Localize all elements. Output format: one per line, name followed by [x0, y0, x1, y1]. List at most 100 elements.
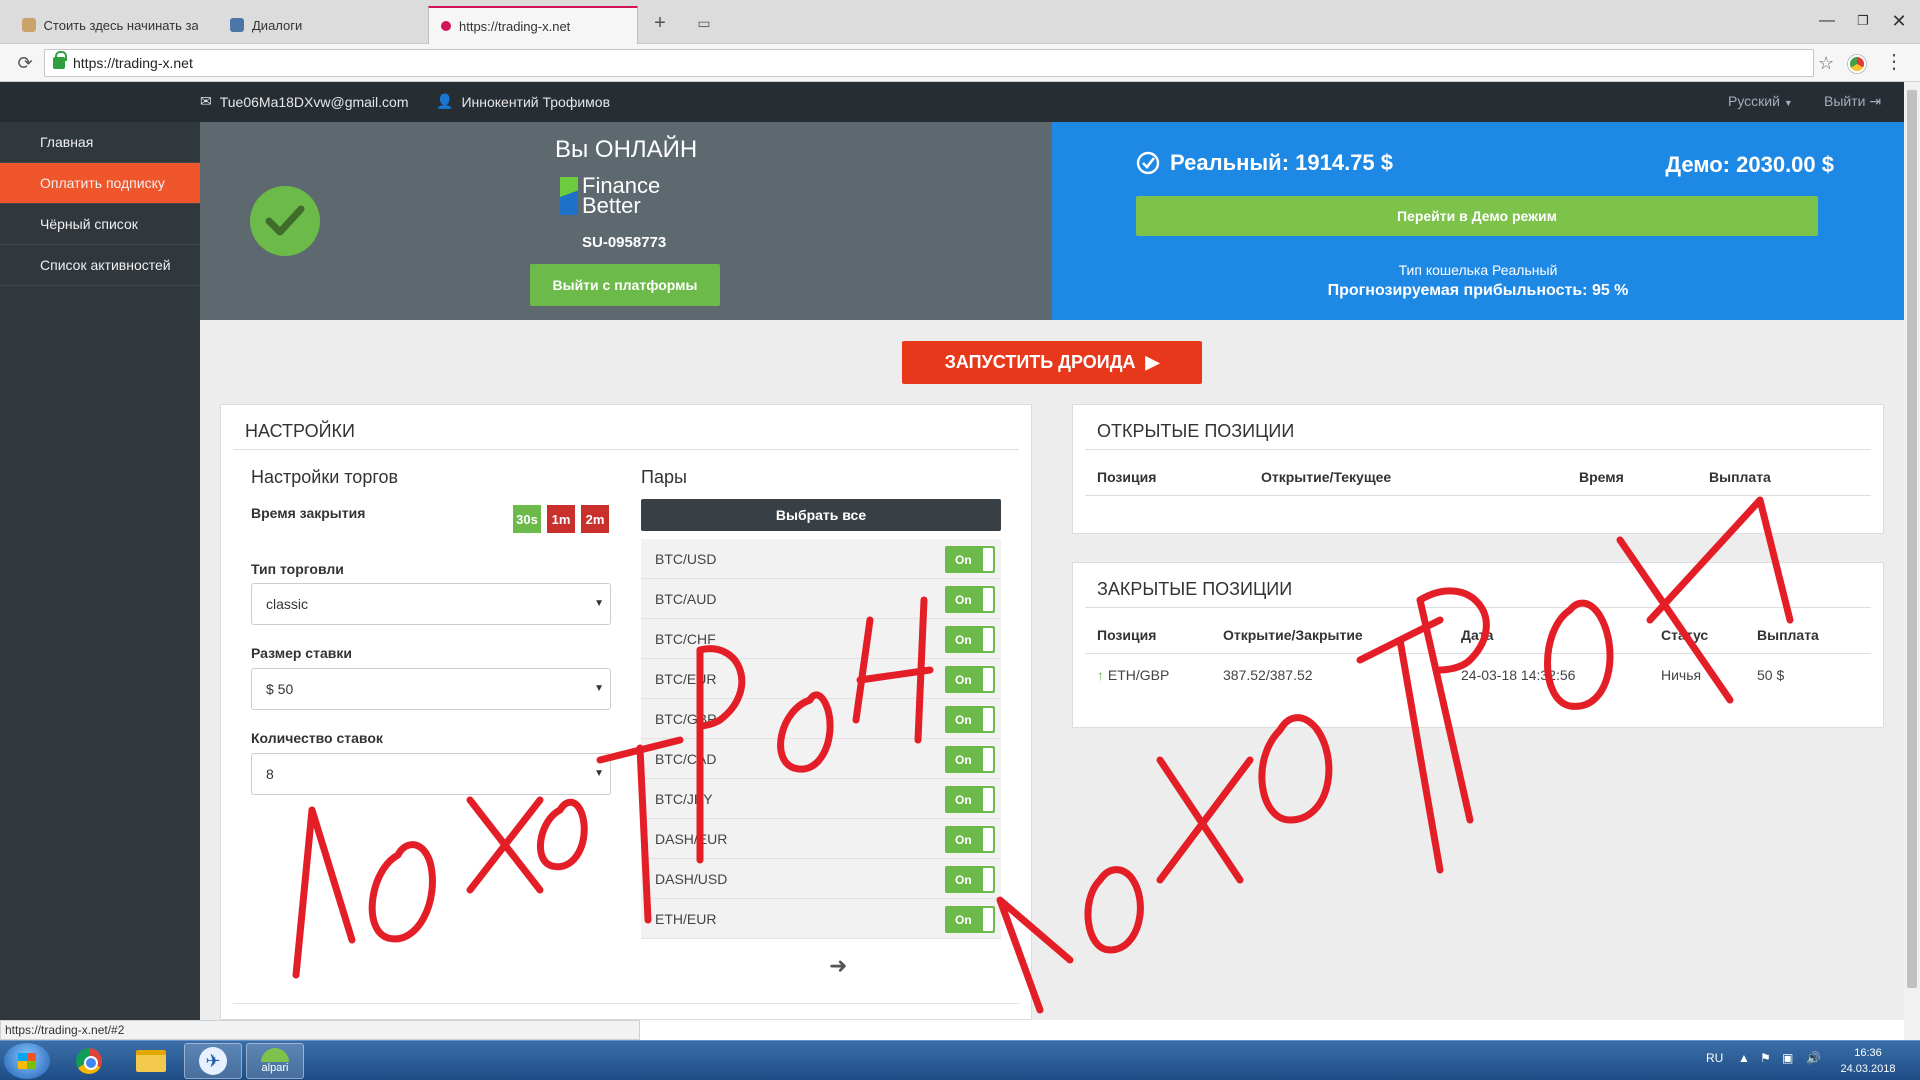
toggle-knob: [983, 828, 993, 851]
sidebar-item-activities[interactable]: Список активностей: [0, 245, 200, 286]
sidebar-item-home[interactable]: Главная: [0, 122, 200, 163]
clock-date: 24.03.2018: [1840, 1063, 1896, 1075]
chrome-icon: [76, 1048, 102, 1074]
taskbar-clock[interactable]: 16:36 24.03.2018: [1840, 1045, 1896, 1077]
launch-label: ЗАПУСТИТЬ ДРОИДА: [944, 352, 1136, 372]
tab-menu-icon[interactable]: ▭: [690, 10, 718, 36]
close-time-label: Время закрытия: [251, 505, 366, 521]
sidebar-item-subscription[interactable]: Оплатить подписку: [0, 163, 200, 204]
logo-text: Finance Better: [582, 175, 660, 217]
toggle-knob: [983, 868, 993, 891]
time-1m-button[interactable]: 1m: [547, 505, 575, 533]
browser-tab-3[interactable]: https://trading-x.net: [428, 6, 638, 44]
minimize-icon[interactable]: —: [1812, 8, 1842, 34]
pair-toggle[interactable]: On: [945, 826, 995, 853]
divider: [1085, 449, 1871, 450]
pair-row: DASH/USD On: [641, 859, 1001, 899]
reload-icon[interactable]: ⟳: [14, 52, 36, 74]
arrow-right-icon[interactable]: ➜: [829, 953, 847, 979]
language-label: Русский: [1728, 93, 1780, 109]
col-open-current: Открытие/Текущее: [1261, 469, 1392, 485]
account-id: SU-0958773: [582, 234, 667, 251]
pair-toggle[interactable]: On: [945, 546, 995, 573]
tray-language[interactable]: RU: [1706, 1051, 1723, 1065]
taskbar-chrome[interactable]: [60, 1043, 118, 1079]
pairs-title: Пары: [641, 467, 687, 487]
sidebar-item-blacklist[interactable]: Чёрный список: [0, 204, 200, 245]
tray-flag-icon[interactable]: ⚑: [1760, 1051, 1771, 1065]
close-icon[interactable]: ✕: [1884, 8, 1914, 34]
switch-demo-button[interactable]: Перейти в Демо режим: [1136, 196, 1818, 236]
divider: [1085, 495, 1871, 496]
launch-droid-button[interactable]: ЗАПУСТИТЬ ДРОИДА ▶: [902, 341, 1202, 384]
tab-title: Стоить здесь начинать зараба: [43, 17, 198, 33]
col-open-close: Открытие/Закрытие: [1223, 627, 1363, 643]
tray-arrow-up-icon[interactable]: ▲: [1738, 1051, 1750, 1065]
pair-toggle[interactable]: On: [945, 666, 995, 693]
pair-toggle[interactable]: On: [945, 786, 995, 813]
extension-icon[interactable]: [1848, 55, 1866, 73]
open-positions-card: ОТКРЫТЫЕ ПОЗИЦИИ Позиция Открытие/Текуще…: [1072, 404, 1884, 534]
pair-toggle[interactable]: On: [945, 906, 995, 933]
pair-name: BTC/USD: [655, 551, 717, 567]
col-payout: Выплата: [1757, 627, 1819, 643]
url-input[interactable]: https://trading-x.net: [44, 49, 1814, 77]
caret-down-icon: ▼: [594, 768, 604, 779]
toggle-label: On: [955, 633, 972, 647]
tray-network-icon[interactable]: ▣: [1782, 1051, 1793, 1065]
pair-toggle[interactable]: On: [945, 746, 995, 773]
scrollbar-thumb[interactable]: [1907, 90, 1917, 988]
bet-size-select[interactable]: $ 50 ▼: [251, 668, 611, 710]
online-title: Вы ОНЛАЙН: [555, 136, 698, 163]
pair-row: BTC/EUR On: [641, 659, 1001, 699]
toggle-knob: [983, 588, 993, 611]
exit-platform-button[interactable]: Выйти с платформы: [530, 264, 720, 306]
row-date: 24-03-18 14:32:56: [1461, 667, 1576, 683]
browser-tab-1[interactable]: Стоить здесь начинать зараба: [10, 6, 210, 44]
bet-count-select[interactable]: 8 ▼: [251, 753, 611, 795]
real-balance: Реальный: 1914.75 $: [1136, 150, 1393, 176]
logout-link[interactable]: Выйти ⇥: [1824, 93, 1881, 110]
sidebar: Главная Оплатить подписку Чёрный список …: [0, 122, 200, 1020]
pair-toggle[interactable]: On: [945, 626, 995, 653]
site-header: ✉ Tue06Ma18DXvw@gmail.com 👤 Иннокентий Т…: [0, 82, 1904, 122]
email-text: Tue06Ma18DXvw@gmail.com: [219, 93, 409, 110]
time-30s-button[interactable]: 30s: [513, 505, 541, 533]
alpari-icon: alpari: [261, 1048, 289, 1074]
tray-volume-icon[interactable]: 🔊: [1806, 1051, 1821, 1065]
select-all-button[interactable]: Выбрать все: [641, 499, 1001, 531]
pair-toggle[interactable]: On: [945, 706, 995, 733]
language-dropdown[interactable]: Русский ▼: [1728, 93, 1793, 109]
caret-down-icon: ▼: [1783, 98, 1793, 108]
windows-start-icon[interactable]: [4, 1043, 50, 1079]
bookmark-star-icon[interactable]: ☆: [1818, 53, 1834, 74]
folder-icon: [136, 1050, 166, 1072]
restore-icon[interactable]: ❐: [1848, 8, 1878, 34]
time-2m-button[interactable]: 2m: [581, 505, 609, 533]
browser-tab-2[interactable]: Диалоги: [218, 6, 418, 44]
pair-toggle[interactable]: On: [945, 586, 995, 613]
new-tab-plus-icon[interactable]: +: [646, 10, 674, 36]
tab-favicon-icon: [22, 18, 36, 32]
main-content: Вы ОНЛАЙН Finance Better SU-0958773 Выйт…: [200, 122, 1904, 1020]
trade-type-label: Тип торговли: [251, 561, 344, 577]
check-circle-icon: [1136, 151, 1160, 175]
taskbar-app[interactable]: ✈: [184, 1043, 242, 1079]
online-check-icon: [250, 186, 320, 256]
pair-name: DASH/EUR: [655, 831, 728, 847]
toggle-label: On: [955, 753, 972, 767]
pair-name: DASH/USD: [655, 871, 728, 887]
row-open-close: 387.52/387.52: [1223, 667, 1313, 683]
taskbar-explorer[interactable]: [122, 1043, 180, 1079]
taskbar-alpari[interactable]: alpari: [246, 1043, 304, 1079]
col-position: Позиция: [1097, 469, 1157, 485]
toggle-label: On: [955, 833, 972, 847]
col-payout: Выплата: [1709, 469, 1771, 485]
trade-type-select[interactable]: classic ▼: [251, 583, 611, 625]
browser-menu-icon[interactable]: ⋮: [1884, 52, 1904, 72]
browser-status-bar: https://trading-x.net/#2: [0, 1020, 640, 1040]
settings-card: НАСТРОЙКИ Настройки торгов Время закрыти…: [220, 404, 1032, 1020]
pair-toggle[interactable]: On: [945, 866, 995, 893]
row-status: Ничья: [1661, 667, 1702, 683]
online-status-panel: Вы ОНЛАЙН Finance Better SU-0958773 Выйт…: [200, 122, 1052, 320]
